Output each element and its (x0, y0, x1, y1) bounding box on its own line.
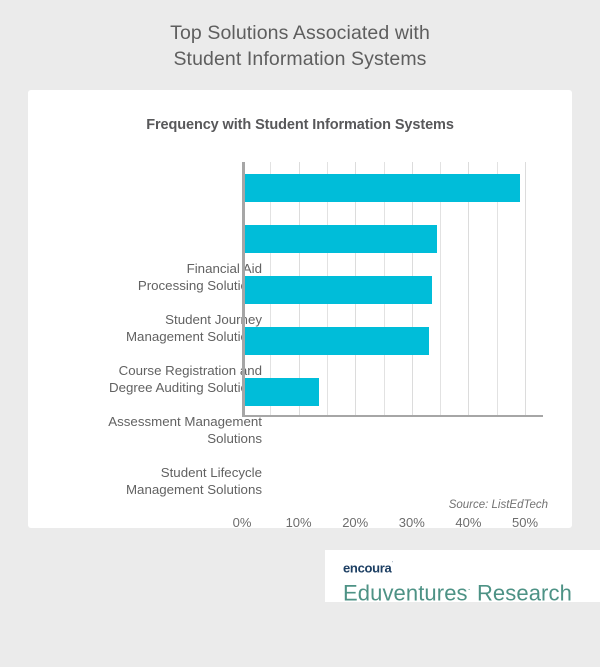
encoura-logo-text: encoura˙ (343, 559, 600, 575)
bar-slot (245, 264, 543, 315)
category-label: Course Registration and Degree Auditing S… (38, 354, 266, 405)
bar-slot (245, 213, 543, 264)
category-label-line: Student Lifecycle (160, 465, 262, 480)
chart-card: Frequency with Student Information Syste… (28, 90, 572, 530)
category-label: Assessment Management Solutions (38, 405, 266, 456)
eduventures-research-text: Eduventures· Research (343, 576, 600, 606)
y-axis-category-labels: Financial Aid Processing Solutions Student… (38, 252, 266, 507)
encoura-trademark-icon: ˙ (391, 562, 394, 569)
page-title-line-1: Top Solutions Associated with (170, 22, 430, 44)
footer-brand: encoura˙ Eduventures· Research (325, 550, 600, 606)
x-axis-line (242, 415, 543, 417)
bar[interactable] (245, 224, 438, 253)
y-axis-line (242, 162, 245, 417)
bar-slot (245, 315, 543, 366)
page-title-line-2: Student Information Systems (173, 48, 427, 70)
x-axis-tick-labels: 0% 10% 20% 30% 40% 50% (233, 515, 552, 535)
x-tick-label: 50% (512, 515, 539, 530)
chart-title: Frequency with Student Information Syste… (146, 117, 454, 133)
category-label-line: Solutions (207, 430, 262, 446)
bar-series (245, 162, 543, 415)
source-note: Source: ListEdTech (448, 499, 548, 511)
category-label: Student Lifecycle Management Solutions (38, 456, 266, 507)
x-tick-label: 0% (232, 515, 252, 530)
category-label: Financial Aid Processing Solutions (38, 252, 266, 303)
category-label-line: Management Solutions (125, 481, 262, 497)
eduventures-wordmark: Eduventures (343, 580, 468, 606)
x-tick-label: 40% (455, 515, 482, 530)
plot-area (242, 162, 543, 417)
bar-slot (245, 366, 543, 417)
category-label-line: Course Registration and (118, 363, 262, 378)
category-label-line: Assessment Management (108, 414, 262, 429)
research-wordmark: Research (470, 580, 572, 606)
x-tick-label: 20% (342, 515, 369, 530)
encoura-wordmark: encoura (343, 560, 392, 576)
x-tick-label: 10% (285, 515, 312, 530)
category-label: Student Journey Management Solutions (38, 303, 266, 354)
bar[interactable] (245, 173, 520, 202)
page-title: Top Solutions Associated with Student In… (0, 20, 600, 72)
x-tick-label: 30% (398, 515, 425, 530)
bar[interactable] (245, 326, 429, 355)
bar[interactable] (245, 275, 432, 304)
bar[interactable] (245, 377, 319, 406)
bar-slot (245, 162, 543, 213)
category-label-line: Degree Auditing Solutions (108, 379, 262, 395)
